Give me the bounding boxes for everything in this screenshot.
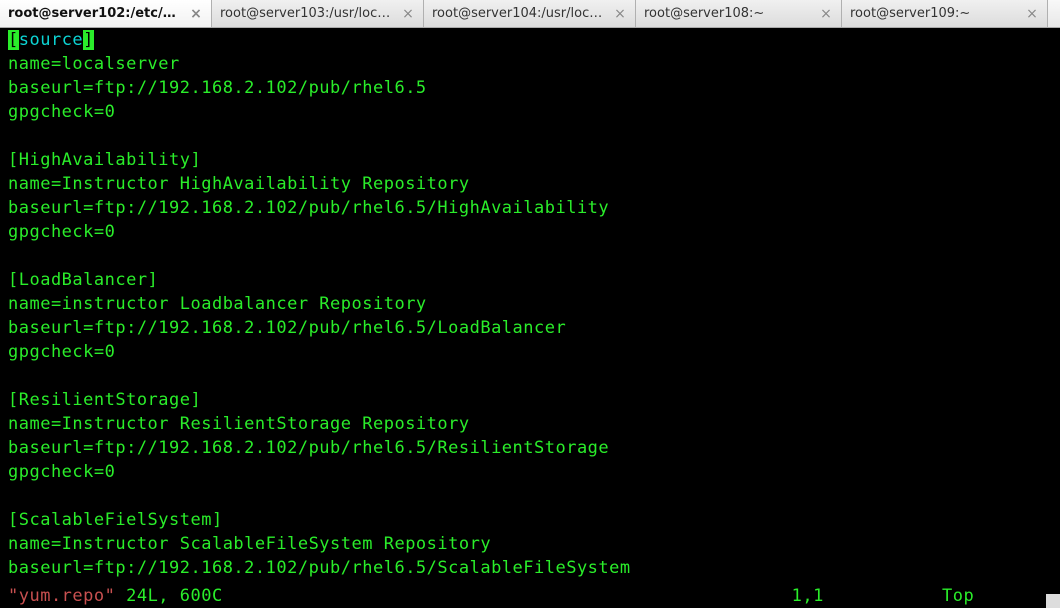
editor-line: [HighAvailability] <box>0 148 1060 172</box>
close-icon[interactable]: × <box>1025 6 1039 22</box>
tab-label: root@server102:/etc/yu... <box>8 6 183 21</box>
close-icon[interactable]: × <box>189 6 203 22</box>
bracket-match: ] <box>83 30 94 50</box>
editor-line <box>0 364 1060 388</box>
editor-line: gpgcheck=0 <box>0 220 1060 244</box>
editor-line: gpgcheck=0 <box>0 340 1060 364</box>
editor-line: baseurl=ftp://192.168.2.102/pub/rhel6.5/… <box>0 556 1060 580</box>
editor-line-cursor: [source] <box>0 28 1060 52</box>
terminal-tab-4[interactable]: root@server108:~ × <box>636 0 842 27</box>
editor-line: [LoadBalancer] <box>0 268 1060 292</box>
tab-label: root@server108:~ <box>644 6 813 21</box>
terminal-area[interactable]: [source] name=localserverbaseurl=ftp://1… <box>0 28 1060 608</box>
terminal-tab-5[interactable]: root@server109:~ × <box>842 0 1048 27</box>
editor-line: name=instructor Loadbalancer Repository <box>0 292 1060 316</box>
close-icon[interactable]: × <box>613 6 627 22</box>
editor-line: name=Instructor ResilientStorage Reposit… <box>0 412 1060 436</box>
status-filename: "yum.repo" <box>8 586 115 606</box>
close-icon[interactable]: × <box>819 6 833 22</box>
tab-label: root@server104:/usr/loca... <box>432 6 607 21</box>
status-scroll: Top <box>942 586 974 606</box>
editor-line: name=Instructor ScalableFileSystem Repos… <box>0 532 1060 556</box>
editor-line: name=Instructor HighAvailability Reposit… <box>0 172 1060 196</box>
editor-lines: name=localserverbaseurl=ftp://192.168.2.… <box>0 52 1060 580</box>
tab-label: root@server109:~ <box>850 6 1019 21</box>
editor-line: name=localserver <box>0 52 1060 76</box>
editor-line: baseurl=ftp://192.168.2.102/pub/rhel6.5/… <box>0 196 1060 220</box>
editor-line <box>0 244 1060 268</box>
editor-line: baseurl=ftp://192.168.2.102/pub/rhel6.5 <box>0 76 1060 100</box>
terminal-tab-2[interactable]: root@server103:/usr/loca... × <box>212 0 424 27</box>
vim-status-line: "yum.repo" 24L, 600C 1,1 Top <box>0 584 1060 608</box>
editor-line <box>0 124 1060 148</box>
terminal-tab-3[interactable]: root@server104:/usr/loca... × <box>424 0 636 27</box>
editor-line <box>0 484 1060 508</box>
scroll-corner <box>1046 594 1060 608</box>
cursor: [ <box>8 30 19 50</box>
section-keyword: source <box>19 30 83 50</box>
editor-line: [ScalableFielSystem] <box>0 508 1060 532</box>
editor-line: gpgcheck=0 <box>0 100 1060 124</box>
editor-line: baseurl=ftp://192.168.2.102/pub/rhel6.5/… <box>0 436 1060 460</box>
editor-line: gpgcheck=0 <box>0 460 1060 484</box>
editor-line: [ResilientStorage] <box>0 388 1060 412</box>
status-stats: 24L, 600C <box>115 586 222 606</box>
tab-bar: root@server102:/etc/yu... × root@server1… <box>0 0 1060 28</box>
editor-line: baseurl=ftp://192.168.2.102/pub/rhel6.5/… <box>0 316 1060 340</box>
terminal-tab-1[interactable]: root@server102:/etc/yu... × <box>0 0 212 27</box>
close-icon[interactable]: × <box>401 6 415 22</box>
status-cursor-pos: 1,1 <box>792 586 824 606</box>
tab-label: root@server103:/usr/loca... <box>220 6 395 21</box>
